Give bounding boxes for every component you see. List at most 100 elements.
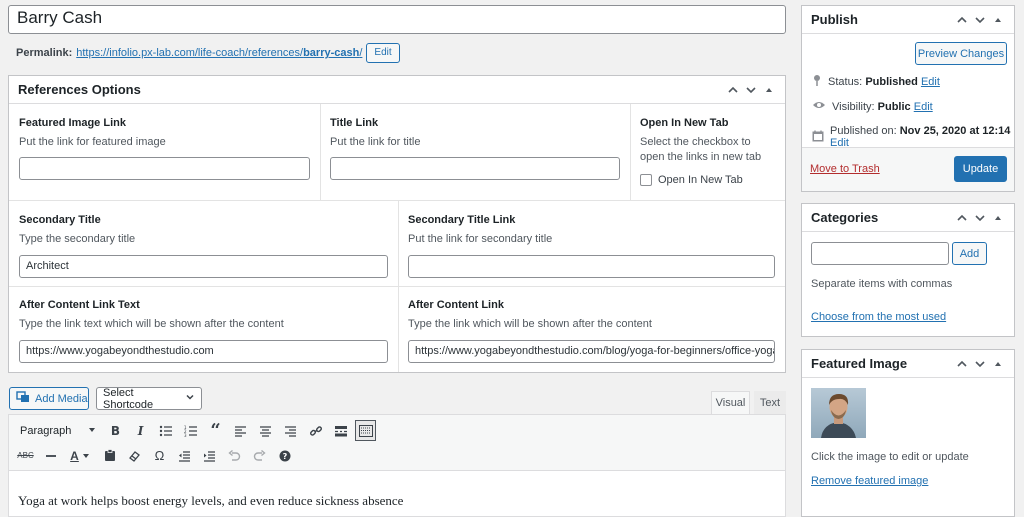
eye-icon <box>812 100 826 113</box>
title-link-desc: Put the link for title <box>330 136 421 148</box>
svg-text:3: 3 <box>184 433 187 437</box>
title-link-input[interactable] <box>330 157 620 180</box>
format-select[interactable]: Paragraph <box>15 421 101 441</box>
strikethrough-icon[interactable]: ABC <box>15 445 36 466</box>
references-options-box: References Options Featured Image Link P… <box>8 75 786 373</box>
status-value: Published <box>865 76 918 88</box>
publish-title: Publish <box>811 12 858 27</box>
secondary-title-field: Secondary Title Type the secondary title… <box>9 200 398 278</box>
bulleted-list-icon[interactable] <box>155 420 176 441</box>
horizontal-line-icon[interactable] <box>40 445 61 466</box>
shortcode-select-label: Select Shortcode <box>103 386 154 411</box>
align-right-icon[interactable] <box>280 420 301 441</box>
paste-text-icon[interactable] <box>99 445 120 466</box>
permalink-url-prefix: https://infolio.px-lab.com/life-coach/re… <box>76 47 304 59</box>
featured-image-link-input[interactable] <box>19 157 310 180</box>
editor-content[interactable]: Yoga at work helps boost energy levels, … <box>18 493 403 509</box>
align-center-icon[interactable] <box>255 420 276 441</box>
move-down-icon[interactable] <box>744 83 758 97</box>
permalink-link[interactable]: https://infolio.px-lab.com/life-coach/re… <box>76 47 362 59</box>
after-content-link-input[interactable]: https://www.yogabeyondthestudio.com/blog… <box>408 340 775 363</box>
secondary-title-link-desc: Put the link for secondary title <box>408 233 553 245</box>
visibility-row: Visibility: Public Edit <box>812 100 933 113</box>
categories-header: Categories <box>802 204 1014 232</box>
toggle-panel-icon[interactable] <box>991 211 1005 225</box>
title-link-field: Title Link Put the link for title <box>320 104 630 180</box>
toggle-panel-icon[interactable] <box>991 357 1005 371</box>
read-more-icon[interactable] <box>330 420 351 441</box>
visibility-label: Visibility: <box>832 100 875 113</box>
update-button[interactable]: Update <box>954 156 1007 182</box>
bold-icon[interactable]: B <box>105 420 126 441</box>
move-up-icon[interactable] <box>726 83 740 97</box>
tab-visual[interactable]: Visual <box>711 391 750 414</box>
preview-changes-button[interactable]: Preview Changes <box>915 42 1007 65</box>
featured-image-title: Featured Image <box>811 356 908 371</box>
status-label: Status: <box>828 76 863 88</box>
toggle-panel-icon[interactable] <box>991 13 1005 27</box>
featured-image-link-label: Featured Image Link <box>19 117 126 129</box>
secondary-title-input[interactable]: Architect <box>19 255 388 278</box>
toggle-panel-icon[interactable] <box>762 83 776 97</box>
publish-box: Publish Preview Changes Status: Publishe… <box>801 5 1015 192</box>
svg-text:?: ? <box>282 452 287 461</box>
after-content-link-field: After Content Link Type the link which w… <box>398 286 785 363</box>
shortcode-select[interactable]: Select Shortcode <box>96 386 202 411</box>
numbered-list-icon[interactable]: 123 <box>180 420 201 441</box>
open-new-tab-checkbox[interactable] <box>640 174 652 187</box>
remove-featured-image-link[interactable]: Remove featured image <box>811 475 928 487</box>
title-link-label: Title Link <box>330 117 379 129</box>
blockquote-icon[interactable]: “ <box>205 420 226 441</box>
status-edit-link[interactable]: Edit <box>921 76 940 88</box>
move-down-icon[interactable] <box>973 13 987 27</box>
featured-image-link-field: Featured Image Link Put the link for fea… <box>9 104 320 180</box>
visibility-value: Public <box>877 100 911 113</box>
featured-image-thumbnail[interactable] <box>811 388 866 438</box>
special-character-icon[interactable]: Ω <box>149 445 170 466</box>
permalink-label: Permalink: <box>16 47 73 59</box>
text-color-icon[interactable]: A <box>65 445 95 466</box>
permalink-row: Permalink: https://infolio.px-lab.com/li… <box>16 43 400 63</box>
move-to-trash-link[interactable]: Move to Trash <box>810 163 880 175</box>
open-new-tab-label: Open In New Tab <box>640 117 729 129</box>
tab-text[interactable]: Text <box>754 391 786 414</box>
align-left-icon[interactable] <box>230 420 251 441</box>
move-up-icon[interactable] <box>955 13 969 27</box>
move-down-icon[interactable] <box>973 357 987 371</box>
most-used-link[interactable]: Choose from the most used <box>811 311 946 323</box>
secondary-title-link-label: Secondary Title Link <box>408 214 516 226</box>
permalink-suffix: / <box>359 47 363 59</box>
indent-icon[interactable] <box>199 445 220 466</box>
secondary-title-link-field: Secondary Title Link Put the link for se… <box>398 200 785 278</box>
outdent-icon[interactable] <box>174 445 195 466</box>
toolbar-toggle-icon[interactable] <box>355 420 376 441</box>
move-up-icon[interactable] <box>955 211 969 225</box>
media-icon <box>16 390 30 407</box>
featured-image-link-desc: Put the link for featured image <box>19 136 166 148</box>
redo-icon[interactable] <box>249 445 270 466</box>
undo-icon[interactable] <box>224 445 245 466</box>
open-new-tab-desc: Select the checkbox to open the links in… <box>640 136 762 163</box>
clear-formatting-icon[interactable] <box>124 445 145 466</box>
link-icon[interactable] <box>305 420 326 441</box>
new-category-input[interactable] <box>811 242 949 265</box>
post-title-input[interactable]: Barry Cash <box>8 5 786 34</box>
secondary-title-desc: Type the secondary title <box>19 233 136 245</box>
move-down-icon[interactable] <box>973 211 987 225</box>
categories-title: Categories <box>811 210 879 225</box>
visibility-edit-link[interactable]: Edit <box>914 101 933 113</box>
pin-icon <box>812 74 822 90</box>
permalink-edit-button[interactable]: Edit <box>366 43 400 63</box>
calendar-icon <box>812 130 824 145</box>
after-content-link-label: After Content Link <box>408 299 504 311</box>
add-media-button[interactable]: Add Media <box>9 387 89 410</box>
secondary-title-link-input[interactable] <box>408 255 775 278</box>
published-on-label: Published on: <box>830 125 897 137</box>
add-media-label: Add Media <box>35 392 88 405</box>
caret-down-icon <box>88 425 96 437</box>
italic-icon[interactable]: I <box>130 420 151 441</box>
add-category-button[interactable]: Add <box>952 242 987 265</box>
after-content-link-text-input[interactable]: https://www.yogabeyondthestudio.com <box>19 340 388 363</box>
move-up-icon[interactable] <box>955 357 969 371</box>
help-icon[interactable]: ? <box>274 445 295 466</box>
